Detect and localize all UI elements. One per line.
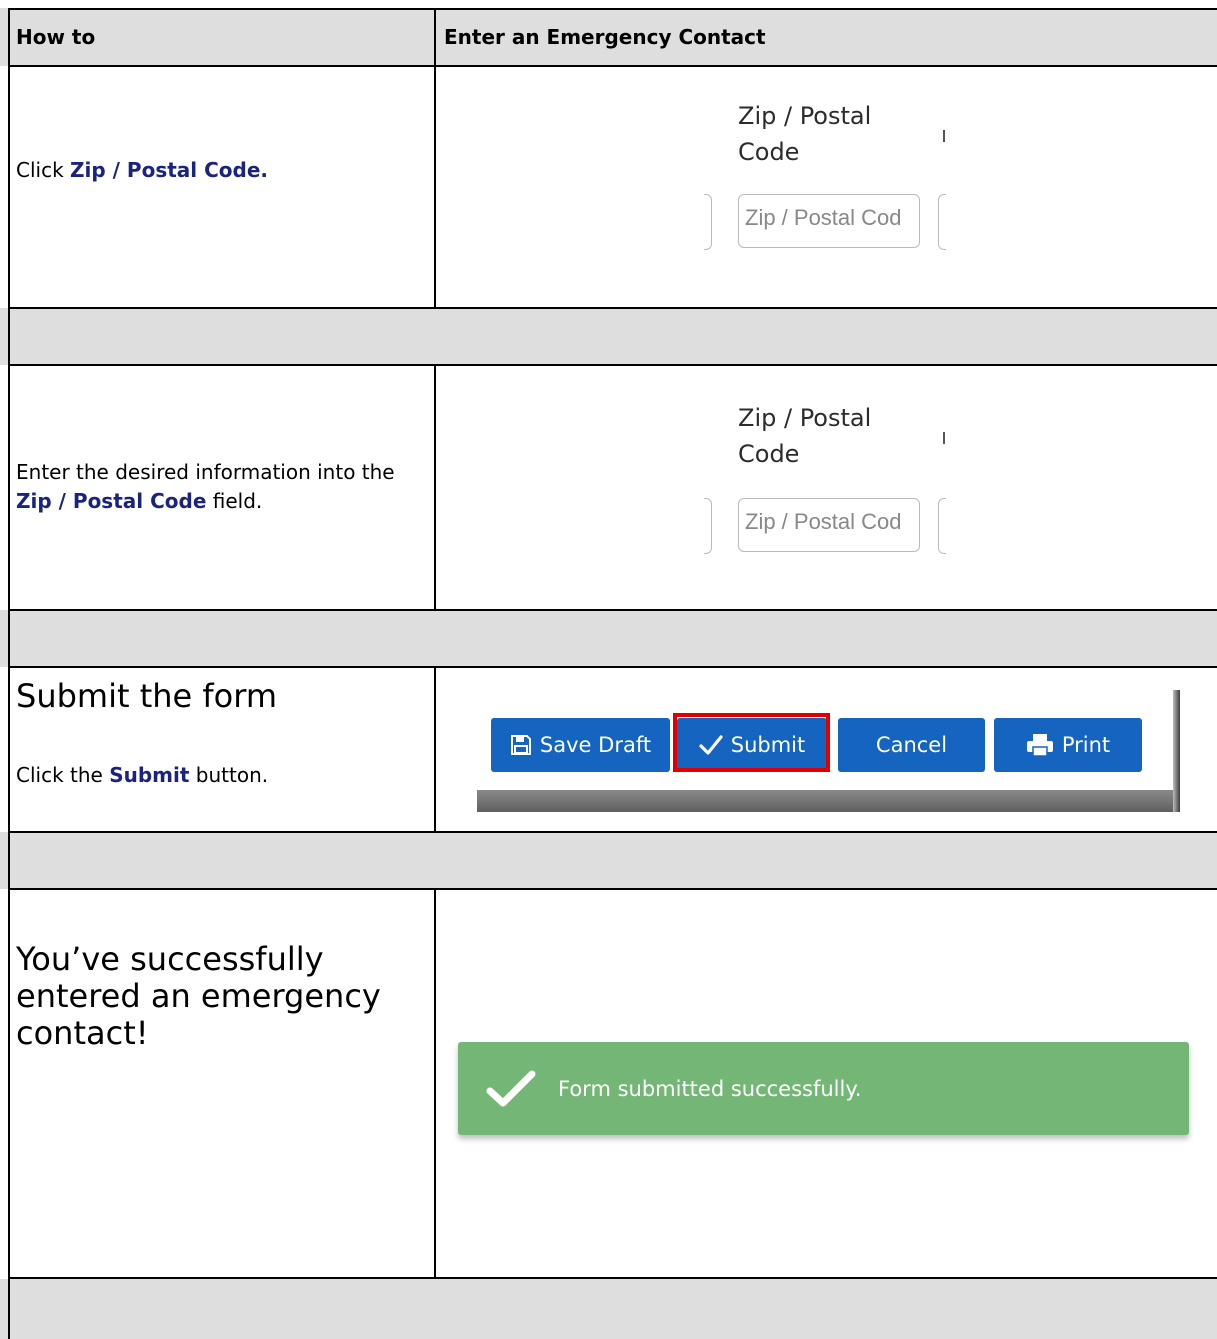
success-banner: Form submitted successfully.	[458, 1042, 1189, 1135]
toolbar-right-edge	[1173, 690, 1180, 812]
step1-zip-widget: Zip / Postal Code Zip / Postal Cod	[700, 96, 960, 266]
zip-label: Zip / Postal Code	[738, 404, 872, 468]
step3-heading: Submit the form	[16, 677, 277, 715]
zip-postal-code-input[interactable]: Zip / Postal Cod	[738, 498, 920, 552]
step1-instruction: Click Zip / Postal Code.	[16, 158, 268, 182]
toolbar-bottom-shadow	[477, 790, 1180, 812]
header-title: Enter an Emergency Contact	[444, 25, 766, 49]
header-how-to: How to	[16, 25, 96, 49]
step2-instruction: Enter the desired information into the Z…	[16, 460, 395, 513]
next-field-edge	[938, 194, 946, 250]
save-draft-button[interactable]: Save Draft	[491, 718, 670, 772]
floppy-disk-icon	[510, 735, 531, 755]
checkmark-icon	[486, 1070, 536, 1106]
step2-zip-widget: Zip / Postal Code Zip / Postal Cod	[700, 398, 960, 568]
success-banner-text: Form submitted successfully.	[558, 1076, 862, 1101]
separator-row-3	[0, 832, 1217, 889]
separator-row-4	[0, 1279, 1217, 1339]
step3-keyword: Submit	[109, 763, 190, 787]
step3-instruction: Click the Submit button.	[16, 763, 269, 787]
print-button[interactable]: Print	[994, 718, 1142, 772]
zip-label: Zip / Postal Code	[738, 102, 872, 166]
submit-highlight-box	[673, 713, 830, 772]
step1-keyword: Zip / Postal Code.	[70, 158, 268, 182]
prev-field-edge	[704, 194, 712, 250]
cancel-button[interactable]: Cancel	[838, 718, 985, 772]
zip-postal-code-input[interactable]: Zip / Postal Cod	[738, 194, 920, 248]
separator-row-1	[0, 308, 1217, 365]
form-toolbar-screenshot: Save Draft Submit Cancel Print	[477, 690, 1180, 812]
printer-icon	[1026, 734, 1053, 757]
next-field-edge	[938, 498, 946, 554]
step2-keyword: Zip / Postal Code	[16, 489, 207, 513]
separator-row-2	[0, 610, 1217, 667]
prev-field-edge	[704, 498, 712, 554]
success-message: You’ve successfully entered an emergency…	[16, 940, 381, 1052]
